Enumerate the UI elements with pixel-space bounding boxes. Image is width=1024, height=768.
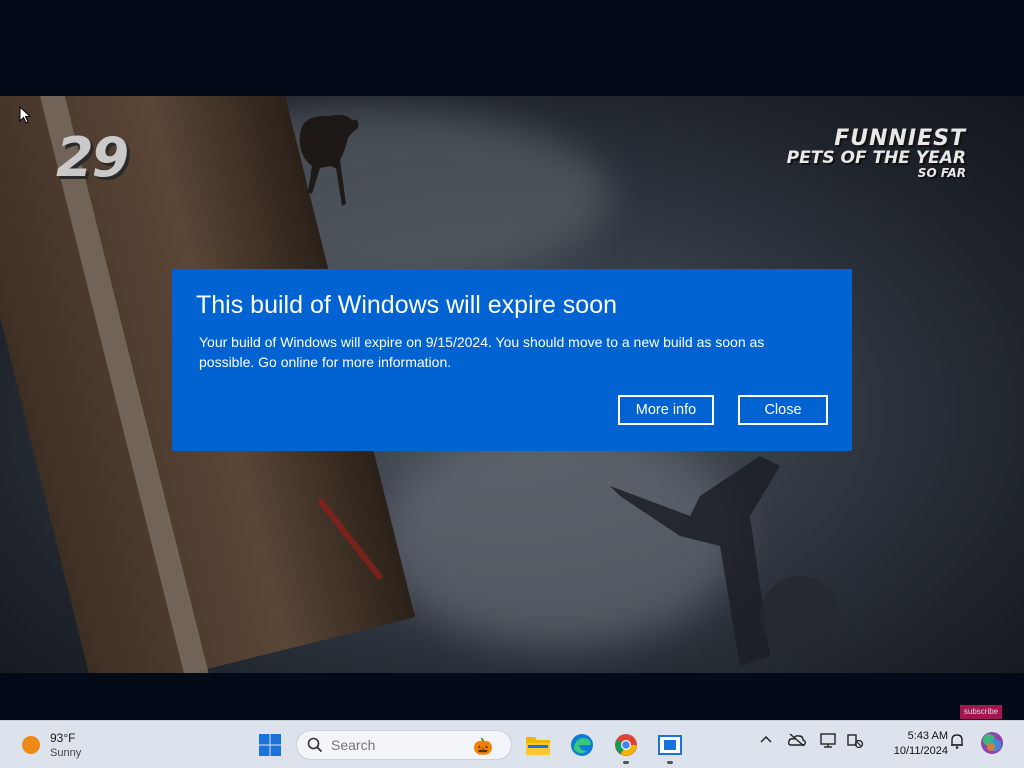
expiry-dialog: This build of Windows will expire soon Y… <box>172 269 852 451</box>
window-app-icon[interactable] <box>656 731 684 759</box>
running-indicator <box>623 761 629 764</box>
system-clock[interactable]: 5:43 AM 10/11/2024 <box>872 729 948 759</box>
close-button[interactable]: Close <box>738 395 828 425</box>
running-indicator <box>667 761 673 764</box>
dialog-title: This build of Windows will expire soon <box>196 291 618 319</box>
rank-number: 29 <box>56 126 129 189</box>
more-info-button[interactable]: More info <box>618 395 714 425</box>
onedrive-icon[interactable] <box>788 733 806 750</box>
weather-condition: Sunny <box>50 747 82 759</box>
show-logo: FUNNIEST PETS OF THE YEAR SO FAR <box>786 126 966 180</box>
mouse-cursor-icon <box>19 106 31 124</box>
search-input[interactable] <box>331 736 451 754</box>
taskbar-search[interactable]: 🎃 <box>296 730 512 760</box>
deer-figure <box>299 114 359 206</box>
clock-time: 5:43 AM <box>907 730 948 742</box>
search-icon <box>307 737 323 753</box>
file-explorer-icon[interactable] <box>524 731 552 759</box>
show-logo-line2: PETS OF THE YEAR <box>786 148 966 168</box>
copilot-icon[interactable] <box>980 731 1004 758</box>
clock-date: 10/11/2024 <box>893 745 948 757</box>
edge-icon[interactable] <box>568 731 596 759</box>
weather-widget[interactable]: 93°F Sunny <box>18 729 108 763</box>
show-logo-line3: SO FAR <box>917 166 966 180</box>
start-icon[interactable] <box>256 731 284 759</box>
taskbar: 93°F Sunny 🎃 <box>0 720 1024 768</box>
show-logo-line1: FUNNIEST <box>834 126 966 151</box>
notification-bell-icon[interactable] <box>950 733 964 752</box>
pumpkin-icon: 🎃 <box>473 739 493 756</box>
sun-icon <box>22 736 40 754</box>
chevron-up-icon[interactable] <box>760 733 772 749</box>
dialog-message: Your build of Windows will expire on 9/1… <box>199 334 765 370</box>
monitor-icon[interactable] <box>820 733 838 752</box>
chrome-icon[interactable] <box>612 731 640 759</box>
network-icon[interactable] <box>846 733 864 752</box>
weather-temperature: 93°F <box>50 731 76 745</box>
subscribe-badge: subscribe <box>960 705 1002 719</box>
snowblower-figure <box>610 456 840 666</box>
